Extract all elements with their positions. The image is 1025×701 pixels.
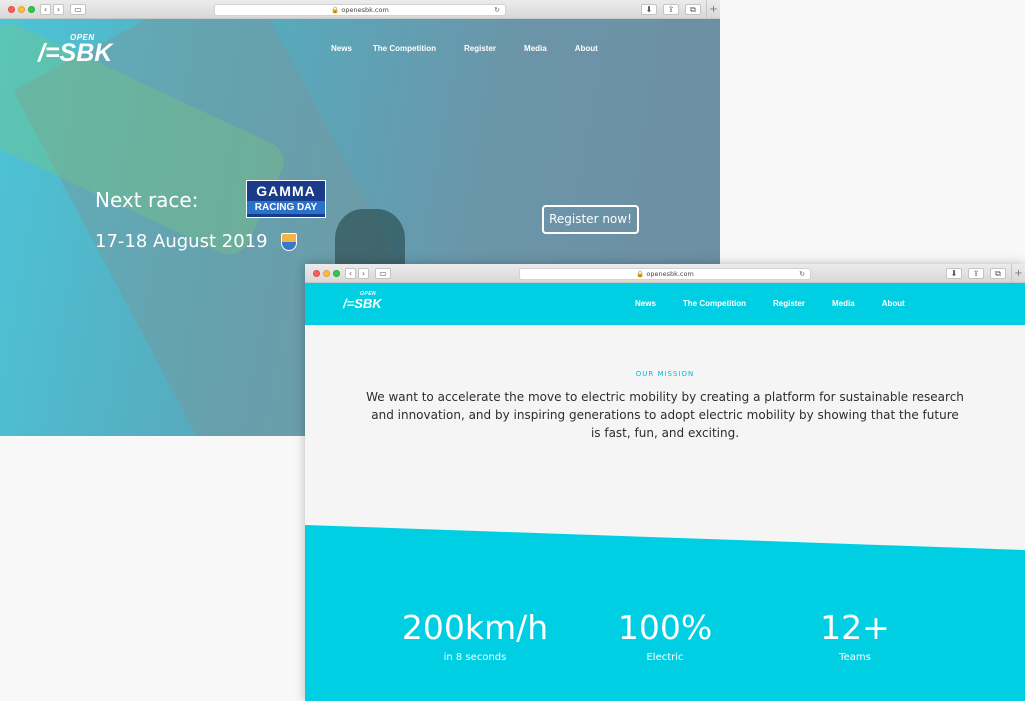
minimize-window-button[interactable]	[18, 6, 25, 13]
stat-label: Teams	[839, 652, 871, 663]
forward-icon[interactable]: ›	[53, 4, 64, 15]
back-icon[interactable]: ‹	[345, 268, 356, 279]
nav-item-news[interactable]: News	[331, 44, 352, 53]
url-text: openesbk.com	[646, 270, 694, 278]
stat-value: 100%	[617, 608, 713, 647]
share-icon[interactable]: ⇪	[663, 4, 679, 15]
back-icon[interactable]: ‹	[40, 4, 51, 15]
sponsor-logo-line1: GAMMA	[256, 183, 316, 199]
downloads-icon[interactable]: ⬇	[946, 268, 962, 279]
nav-item-about[interactable]: About	[575, 44, 598, 53]
downloads-icon[interactable]: ⬇	[641, 4, 657, 15]
lock-icon: 🔒	[636, 270, 645, 278]
lock-icon: 🔒	[331, 6, 340, 14]
mission-text: We want to accelerate the move to electr…	[366, 390, 964, 440]
reload-icon[interactable]: ↻	[494, 5, 500, 15]
stat-label: in 8 seconds	[443, 652, 507, 663]
share-icon[interactable]: ⇪	[968, 268, 984, 279]
address-bar[interactable]: 🔒 openesbk.com ↻	[519, 268, 811, 280]
stat-label: Electric	[646, 652, 684, 663]
minimize-window-button[interactable]	[323, 270, 330, 277]
stat-teams: 12+ Teams	[785, 608, 925, 664]
main-nav: News The Competition Register Media Abou…	[635, 299, 905, 308]
logo-main-text: /=SBK	[38, 39, 113, 67]
stat-value: 12+	[820, 608, 890, 647]
site-header: OPEN /=SBK News The Competition Register…	[305, 283, 1025, 325]
close-window-button[interactable]	[313, 270, 320, 277]
race-dates: 17-18 August 2019	[95, 231, 268, 252]
mission-heading: OUR MISSION	[635, 370, 695, 378]
nav-item-about[interactable]: About	[882, 299, 905, 308]
nav-item-competition[interactable]: The Competition	[373, 44, 436, 53]
site-logo[interactable]: OPEN /=SBK	[38, 33, 128, 67]
sidebar-icon[interactable]: ▭	[70, 4, 86, 15]
reload-icon[interactable]: ↻	[799, 269, 805, 279]
register-now-button[interactable]: Register now!	[542, 205, 639, 234]
forward-icon[interactable]: ›	[358, 268, 369, 279]
new-tab-icon[interactable]: +	[706, 0, 720, 19]
logo-main-text: /=SBK	[343, 296, 382, 311]
stat-speed: 200km/h in 8 seconds	[375, 608, 575, 664]
main-nav: News The Competition Register Media Abou…	[331, 44, 598, 53]
sidebar-icon[interactable]: ▭	[375, 268, 391, 279]
nav-item-register[interactable]: Register	[773, 299, 805, 308]
nav-item-news[interactable]: News	[635, 299, 656, 308]
close-window-button[interactable]	[8, 6, 15, 13]
site-logo[interactable]: OPEN /=SBK	[343, 291, 393, 313]
nav-item-register[interactable]: Register	[464, 44, 496, 53]
nav-item-competition[interactable]: The Competition	[683, 299, 746, 308]
stat-value: 200km/h	[401, 608, 549, 647]
new-tab-icon[interactable]: +	[1011, 264, 1025, 283]
zoom-window-button[interactable]	[28, 6, 35, 13]
tabs-icon[interactable]: ⧉	[990, 268, 1006, 279]
sponsor-logo-line2: RACING DAY	[247, 201, 325, 214]
zoom-window-button[interactable]	[333, 270, 340, 277]
browser-toolbar: ‹ › ▭ 🔒 openesbk.com ↻ ⬇ ⇪ ⧉ +	[0, 0, 720, 19]
browser-toolbar: ‹ › ▭ 🔒 openesbk.com ↻ ⬇ ⇪ ⧉ +	[305, 264, 1025, 283]
browser-window-mission: ‹ › ▭ 🔒 openesbk.com ↻ ⬇ ⇪ ⧉ + OPEN /=SB…	[305, 264, 1025, 701]
url-text: openesbk.com	[341, 6, 389, 14]
next-race-label: Next race:	[95, 188, 199, 212]
stat-electric: 100% Electric	[595, 608, 735, 664]
sponsor-logo[interactable]: GAMMA RACING DAY	[246, 180, 326, 218]
shield-icon	[281, 233, 297, 251]
nav-item-media[interactable]: Media	[524, 44, 547, 53]
address-bar[interactable]: 🔒 openesbk.com ↻	[214, 4, 506, 16]
tabs-icon[interactable]: ⧉	[685, 4, 701, 15]
nav-item-media[interactable]: Media	[832, 299, 855, 308]
